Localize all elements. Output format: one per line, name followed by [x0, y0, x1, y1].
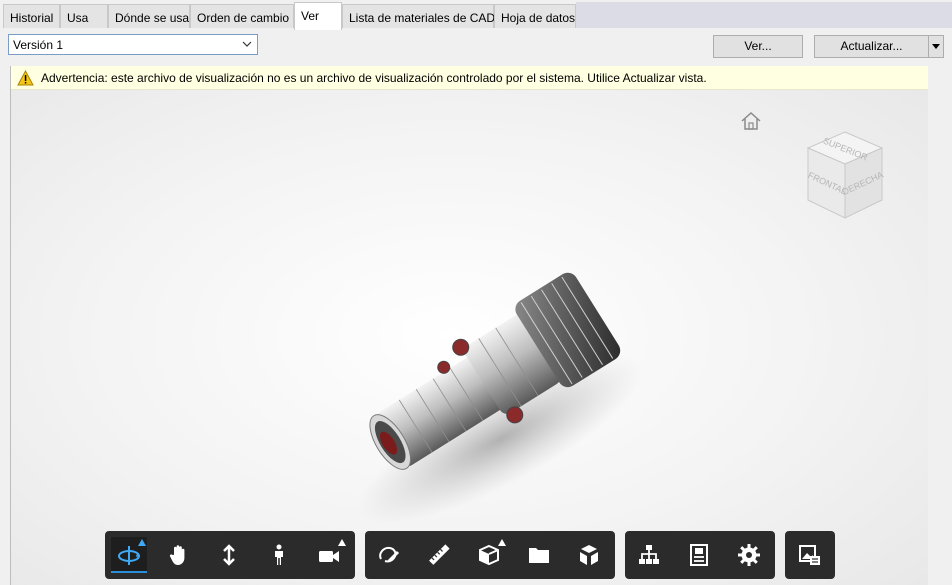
- tab-ver[interactable]: Ver: [294, 2, 342, 30]
- version-select-value: Versión 1: [13, 38, 64, 52]
- tab-hoja-de-datos[interactable]: Hoja de datos: [494, 4, 576, 28]
- camera-icon: [319, 551, 339, 562]
- orbit-button[interactable]: [111, 537, 147, 573]
- model-tree-button[interactable]: [631, 537, 667, 573]
- tools-toolbar: [365, 531, 615, 579]
- turbine-engine-model: [358, 272, 644, 524]
- zoom-button[interactable]: [211, 537, 247, 573]
- section-box-icon: [479, 544, 499, 566]
- markup-button[interactable]: [371, 537, 407, 573]
- model-tree-icon: [639, 545, 659, 564]
- version-select[interactable]: Versión 1: [8, 34, 258, 55]
- pan-hand-icon: [169, 545, 185, 565]
- markup-icon: [379, 546, 400, 563]
- walk-person-icon: [275, 544, 283, 565]
- camera-button[interactable]: [311, 537, 347, 573]
- zoom-arrows-icon: [223, 544, 235, 566]
- properties-icon: [690, 544, 708, 566]
- tab-usa[interactable]: Usa: [60, 4, 108, 28]
- right-gutter: [928, 66, 952, 585]
- navigation-toolbar: [105, 531, 355, 579]
- render-export-icon: [799, 545, 820, 565]
- view-button[interactable]: Ver...: [713, 35, 803, 58]
- folder-icon: [529, 548, 549, 563]
- tab-bar-fill: [576, 2, 952, 28]
- properties-button[interactable]: [681, 537, 717, 573]
- home-icon[interactable]: [740, 111, 762, 131]
- measure-ruler-icon: [429, 544, 450, 565]
- warning-banner: Advertencia: este archivo de visualizaci…: [11, 66, 928, 90]
- tab-bar: Historial Usa Dónde se usa Orden de camb…: [0, 0, 952, 30]
- 3d-viewer[interactable]: Advertencia: este archivo de visualizaci…: [10, 66, 928, 585]
- measure-button[interactable]: [421, 537, 457, 573]
- update-button[interactable]: Actualizar...: [814, 35, 929, 58]
- settings-button[interactable]: [731, 537, 767, 573]
- tab-orden-de-cambio[interactable]: Orden de cambio: [190, 4, 294, 28]
- caret-down-icon: [932, 44, 940, 49]
- pan-button[interactable]: [161, 537, 197, 573]
- orbit-icon: [118, 546, 140, 565]
- chevron-down-icon: [242, 41, 252, 47]
- render-toolbar: [785, 531, 835, 579]
- warning-icon: [17, 70, 34, 86]
- explode-button[interactable]: [571, 537, 607, 573]
- section-button[interactable]: [471, 537, 507, 573]
- folder-button[interactable]: [521, 537, 557, 573]
- update-dropdown-button[interactable]: [928, 35, 944, 58]
- model-toolbar: [625, 531, 775, 579]
- tab-donde-se-usa[interactable]: Dónde se usa: [108, 4, 190, 28]
- warning-text: Advertencia: este archivo de visualizaci…: [41, 71, 707, 85]
- explode-cube-icon: [580, 545, 598, 565]
- tab-lista-materiales-cad[interactable]: Lista de materiales de CAD: [342, 4, 495, 28]
- settings-gear-icon: [738, 544, 760, 566]
- tab-historial[interactable]: Historial: [3, 4, 60, 28]
- render-export-button[interactable]: [792, 537, 828, 573]
- view-cube[interactable]: SUPERIOR FRONTAL DERECHA: [804, 130, 886, 222]
- walk-button[interactable]: [261, 537, 297, 573]
